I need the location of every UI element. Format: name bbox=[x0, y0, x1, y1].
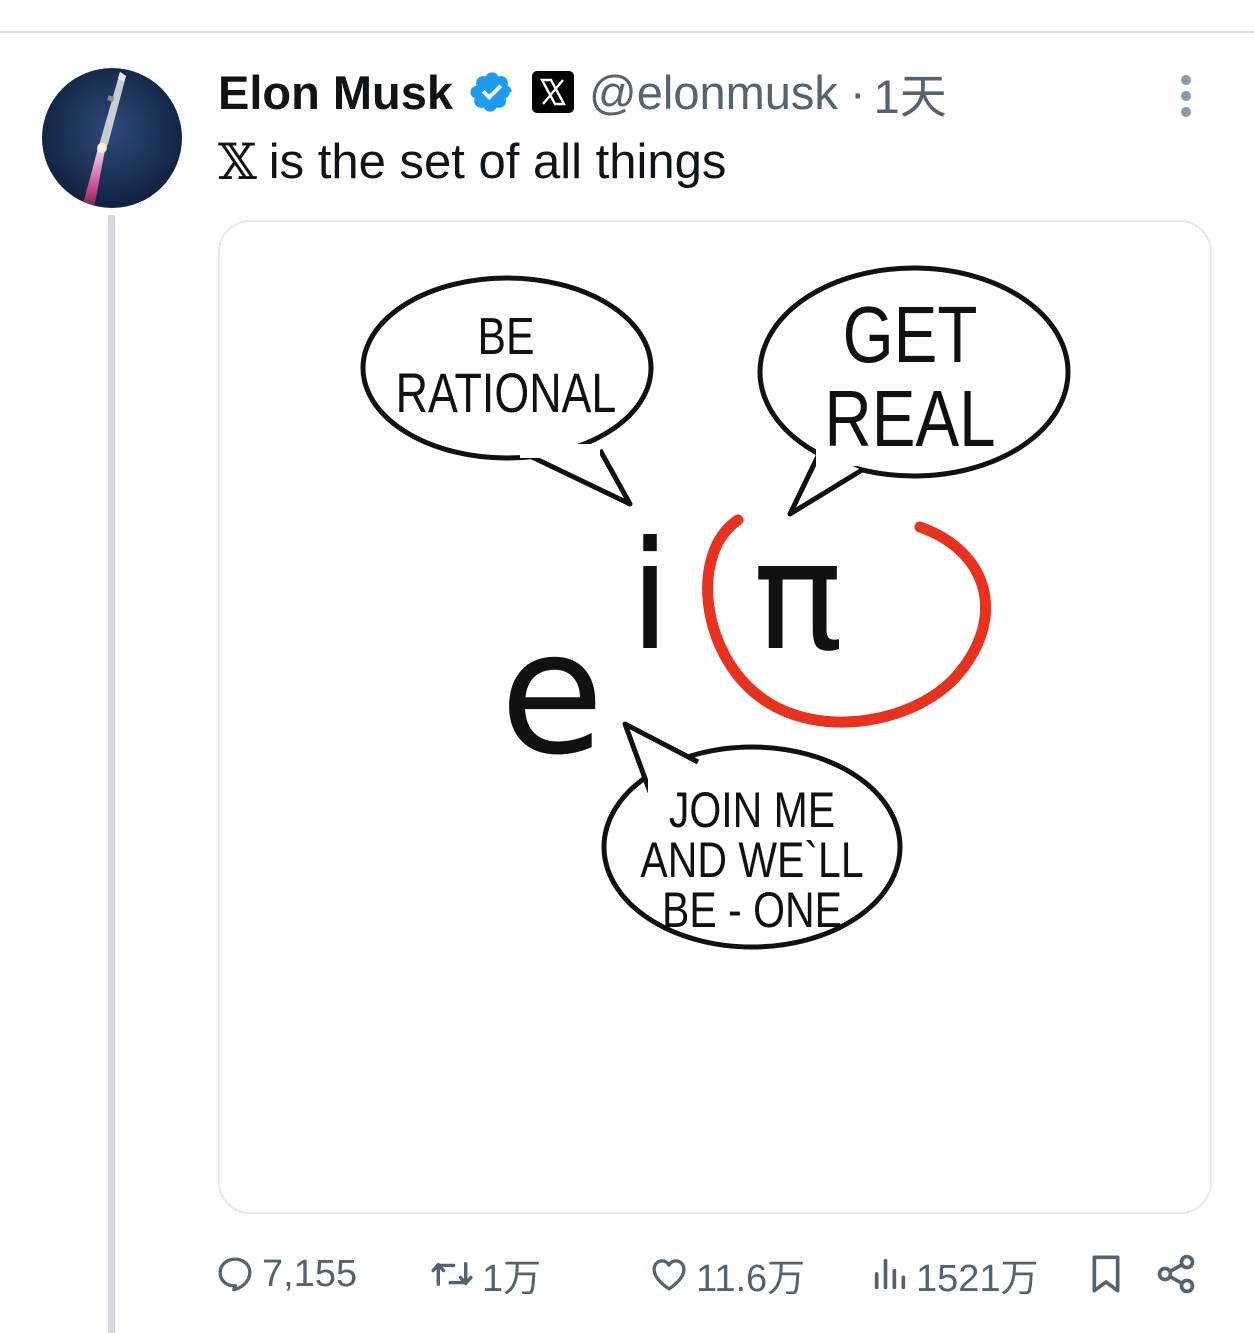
retweet-count: 1万 bbox=[482, 1257, 542, 1300]
tweet-actions-bar: 7,155 1万 11.6万 1521万 bbox=[214, 1248, 1204, 1300]
verified-badge-icon bbox=[470, 72, 512, 112]
share-icon bbox=[1157, 1254, 1195, 1294]
tweet-text: 𝕏 is the set of all things bbox=[218, 133, 726, 191]
tweet-header: Elon Musk @elonmusk · 1天 bbox=[218, 62, 947, 123]
author-handle[interactable]: @elonmusk bbox=[589, 65, 838, 120]
bookmark-icon bbox=[1092, 1255, 1120, 1293]
heart-icon bbox=[652, 1259, 686, 1291]
reply-count: 7,155 bbox=[262, 1252, 358, 1295]
red-circle-annotation bbox=[702, 514, 992, 728]
like-button[interactable]: 11.6万 bbox=[648, 1248, 805, 1300]
views-button[interactable]: 1521万 bbox=[870, 1248, 1039, 1300]
tweet-time[interactable]: 1天 bbox=[874, 58, 947, 127]
reply-button[interactable]: 7,155 bbox=[214, 1248, 357, 1300]
top-divider bbox=[0, 31, 1254, 33]
tweet-body: is the set of all things bbox=[268, 135, 727, 189]
header-separator: · bbox=[849, 65, 866, 119]
symbol-pi: π bbox=[753, 510, 843, 684]
author-name[interactable]: Elon Musk bbox=[218, 65, 453, 120]
avatar-rocket-image bbox=[42, 68, 182, 208]
reply-icon bbox=[218, 1257, 252, 1292]
euler-identity-meme: BE RATIONAL GET REAL e i π JOIN ME AND W… bbox=[360, 265, 1071, 950]
retweet-icon bbox=[431, 1261, 473, 1286]
bubble-bottom-line2: AND WE`LL bbox=[640, 832, 863, 888]
bubble-bottom-line1: JOIN ME bbox=[669, 782, 835, 838]
bubble-bottom-line3: BE - ONE bbox=[662, 882, 842, 938]
bubble-top-left-line2: RATIONAL bbox=[396, 361, 617, 424]
bubble-top-left-line1: BE bbox=[478, 308, 535, 366]
bookmark-button[interactable] bbox=[1086, 1248, 1132, 1300]
symbol-e: e bbox=[500, 595, 605, 793]
like-count: 11.6万 bbox=[696, 1257, 806, 1300]
bubble-top-right-line1: GET bbox=[843, 290, 978, 380]
thread-line bbox=[108, 215, 115, 1333]
x-affiliate-badge-icon bbox=[532, 71, 575, 113]
bubble-top-right-line2: REAL bbox=[824, 374, 995, 464]
tweet-media-image[interactable]: BE RATIONAL GET REAL e i π JOIN ME AND W… bbox=[218, 220, 1212, 1214]
views-count: 1521万 bbox=[916, 1257, 1039, 1300]
symbol-i: i bbox=[629, 510, 671, 684]
avatar[interactable] bbox=[42, 68, 182, 208]
bubble-top-left-tail bbox=[528, 448, 633, 507]
views-chart-icon bbox=[874, 1258, 906, 1290]
retweet-button[interactable]: 1万 bbox=[428, 1248, 541, 1300]
x-logo-glyph: 𝕏 bbox=[218, 133, 257, 191]
more-options-icon[interactable] bbox=[1166, 70, 1206, 122]
share-button[interactable] bbox=[1154, 1248, 1204, 1300]
